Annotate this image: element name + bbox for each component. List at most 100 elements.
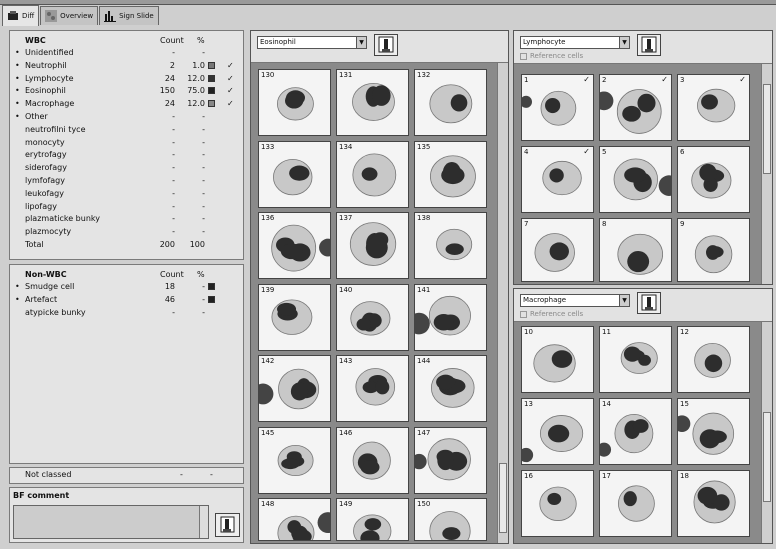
cell-thumbnail[interactable]: 131 [336, 69, 409, 136]
table-row[interactable]: • Macrophage 24 12.0 ✓ [10, 97, 245, 110]
table-row[interactable]: lipofagy - - [10, 200, 245, 213]
cell-thumbnail[interactable]: 141 [414, 283, 487, 351]
table-row[interactable]: atypicke bunky - - [10, 306, 245, 319]
cell-thumbnail[interactable]: 2 ✓ [599, 74, 672, 141]
cell-thumbnail[interactable]: 13 [521, 398, 594, 465]
gallery-scrollbar[interactable] [497, 63, 508, 543]
table-row[interactable]: erytrofagy - - [10, 148, 245, 161]
check-icon[interactable]: ✓ [227, 72, 234, 85]
cell-thumbnail[interactable]: 132 [414, 69, 487, 136]
cell-thumbnail[interactable]: 5 [599, 146, 672, 213]
category-dropdown[interactable]: Macrophage ▼ [520, 294, 630, 307]
assign-button[interactable] [637, 292, 661, 314]
table-row[interactable]: Total 200 100 [10, 238, 245, 251]
table-row[interactable]: • Neutrophil 2 1.0 ✓ [10, 59, 245, 72]
reference-cells-checkbox[interactable]: Reference cells [520, 310, 583, 318]
cell-thumbnail[interactable]: 10 [521, 326, 594, 393]
cell-thumbnail[interactable]: 147 [414, 426, 487, 494]
chevron-down-icon[interactable]: ▼ [619, 295, 629, 306]
cell-thumbnail[interactable]: 7 [521, 218, 594, 282]
textarea-scrollbar[interactable] [199, 506, 208, 538]
cell-thumbnail[interactable]: 130 [258, 69, 331, 136]
scroll-thumb[interactable] [763, 412, 771, 502]
color-swatch[interactable] [208, 74, 215, 82]
cell-thumbnail[interactable]: 150 [414, 498, 487, 541]
tab-sign-slide[interactable]: Sign Slide [99, 6, 159, 25]
row-name: Artefact [25, 294, 58, 304]
cell-thumbnail[interactable]: 139 [258, 283, 331, 351]
cell-thumbnail[interactable]: 136 [258, 212, 331, 279]
cell-thumbnail[interactable]: 144 [414, 355, 487, 422]
gallery-scrollbar[interactable] [761, 322, 772, 543]
lymphocyte-gallery: Lymphocyte ▼ Reference cells 1 ✓ 2 ✓ 3 ✓ 4 ✓ 5 6 7 8… [513, 30, 773, 285]
bf-comment-edit-button[interactable] [215, 513, 240, 537]
cell-number: 140 [339, 285, 353, 294]
color-swatch[interactable] [208, 61, 215, 69]
table-row[interactable]: neutrofilni tyce - - [10, 123, 245, 136]
cell-number: 138 [417, 214, 431, 222]
cell-thumbnail[interactable]: 15 [677, 398, 750, 465]
table-row[interactable]: plazmocyty - - [10, 225, 245, 238]
tab-label: Overview [60, 12, 94, 20]
color-swatch[interactable] [208, 295, 215, 303]
gallery-scrollbar[interactable] [761, 64, 772, 284]
table-row[interactable]: • Artefact 46 - [10, 293, 245, 306]
category-dropdown[interactable]: Eosinophil ▼ [257, 36, 367, 49]
chevron-down-icon[interactable]: ▼ [619, 37, 629, 48]
cell-thumbnail[interactable]: 3 ✓ [677, 74, 750, 141]
table-row[interactable]: plazmaticke bunky - - [10, 212, 245, 225]
cell-thumbnail[interactable]: 8 [599, 218, 672, 282]
cell-thumbnail[interactable]: 138 [414, 212, 487, 279]
table-row[interactable]: • Unidentified - - [10, 46, 245, 59]
reference-cells-checkbox[interactable]: Reference cells [520, 52, 583, 60]
chevron-down-icon[interactable]: ▼ [356, 37, 366, 48]
table-row[interactable]: • Lymphocyte 24 12.0 ✓ [10, 72, 245, 85]
not-classed-row[interactable]: Not classed - - [9, 467, 244, 484]
dropdown-value: Macrophage [523, 296, 567, 304]
cell-thumbnail[interactable]: 143 [336, 355, 409, 422]
cell-thumbnail[interactable]: 146 [336, 426, 409, 494]
cell-thumbnail[interactable]: 17 [599, 470, 672, 537]
cell-thumbnail[interactable]: 11 [599, 326, 672, 393]
cell-thumbnail[interactable]: 145 [258, 426, 331, 494]
assign-button[interactable] [374, 34, 398, 56]
cell-thumbnail[interactable]: 133 [258, 140, 331, 208]
color-swatch[interactable] [208, 87, 215, 95]
bf-comment-textarea[interactable] [13, 505, 209, 539]
cell-thumbnail[interactable]: 148 [258, 498, 331, 541]
table-row[interactable]: • Other - - [10, 110, 245, 123]
cell-thumbnail[interactable]: 149 [336, 498, 409, 541]
check-icon[interactable]: ✓ [227, 59, 234, 72]
cell-thumbnail[interactable]: 16 [521, 470, 594, 537]
check-icon[interactable]: ✓ [227, 97, 234, 110]
cell-image [415, 437, 471, 480]
cell-thumbnail[interactable]: 9 [677, 218, 750, 282]
table-row[interactable]: • Smudge cell 18 - [10, 280, 245, 293]
cell-thumbnail[interactable]: 12 [677, 326, 750, 393]
cell-thumbnail[interactable]: 142 [258, 355, 331, 422]
color-swatch[interactable] [208, 283, 215, 290]
cell-thumbnail[interactable]: 135 [414, 140, 487, 208]
check-icon[interactable]: ✓ [227, 84, 234, 97]
table-row[interactable]: leukofagy - - [10, 187, 245, 200]
cell-thumbnail[interactable]: 140 [336, 283, 409, 351]
row-name: lymfofagy [25, 176, 65, 185]
cell-thumbnail[interactable]: 14 [599, 398, 672, 465]
cell-thumbnail[interactable]: 4 ✓ [521, 146, 594, 213]
cell-thumbnail[interactable]: 134 [336, 140, 409, 208]
table-row[interactable]: siderofagy - - [10, 161, 245, 174]
scroll-thumb[interactable] [499, 463, 507, 533]
scroll-thumb[interactable] [763, 84, 771, 174]
table-row[interactable]: monocyty - - [10, 136, 245, 149]
table-row[interactable]: lymfofagy - - [10, 174, 245, 187]
cell-thumbnail[interactable]: 137 [336, 212, 409, 279]
tab-diff[interactable]: Diff [2, 5, 40, 26]
cell-thumbnail[interactable]: 18 [677, 470, 750, 537]
assign-button[interactable] [637, 34, 661, 56]
category-dropdown[interactable]: Lymphocyte ▼ [520, 36, 630, 49]
table-row[interactable]: • Eosinophil 150 75.0 ✓ [10, 84, 245, 97]
color-swatch[interactable] [208, 100, 215, 108]
cell-thumbnail[interactable]: 6 [677, 146, 750, 213]
tab-overview[interactable]: Overview [40, 6, 99, 25]
cell-thumbnail[interactable]: 1 ✓ [521, 74, 594, 141]
